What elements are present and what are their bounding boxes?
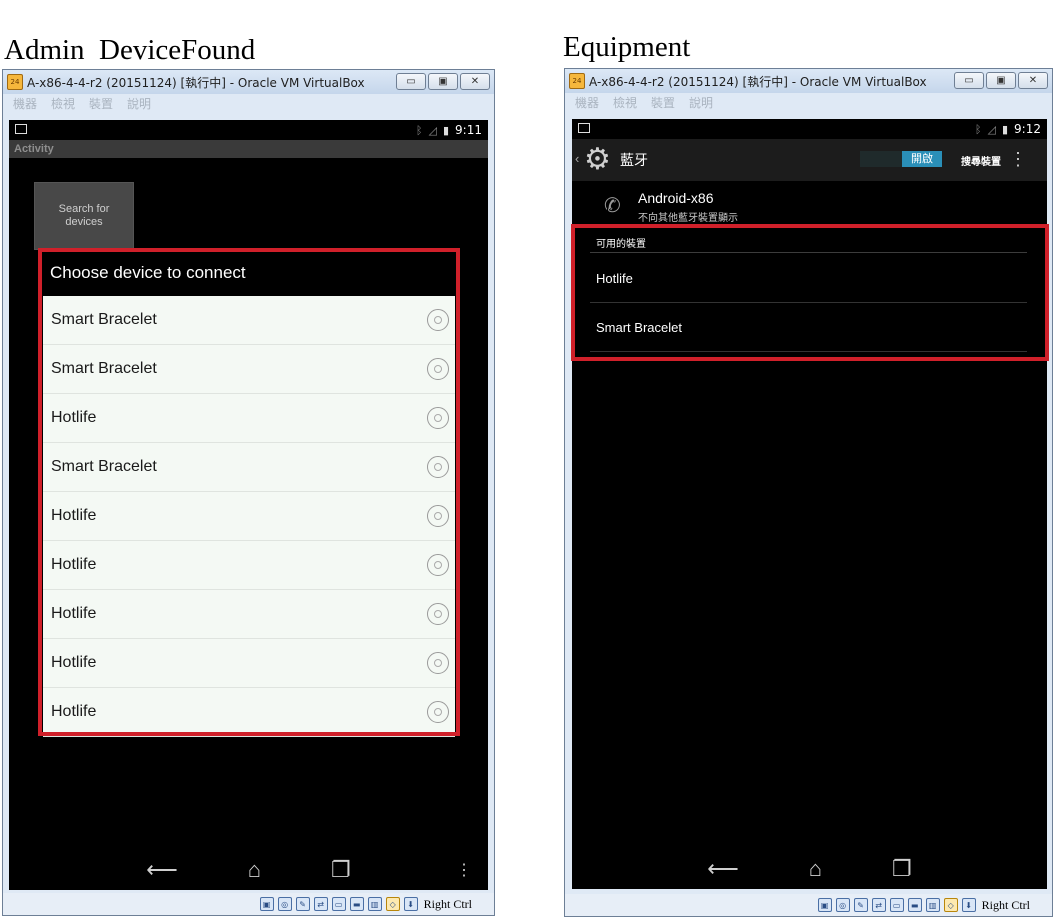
menu-icon[interactable]: ⋮ bbox=[456, 860, 472, 880]
highlight-box-right bbox=[571, 224, 1049, 361]
window-title: A-x86-4-4-r2 (20151124) [執行中] - Oracle V… bbox=[27, 75, 365, 90]
bluetooth-icon: ᛒ bbox=[974, 122, 982, 136]
bluetooth-toggle[interactable]: 開啟 bbox=[860, 151, 942, 167]
vm-status-bar: ▣ ◎ ✎ ⇄ ▭ ▬ ▥ ◇ ⬇ Right Ctrl bbox=[565, 894, 1052, 916]
close-icon: ✕ bbox=[1028, 75, 1038, 86]
close-icon: ✕ bbox=[470, 76, 480, 87]
window-titlebar[interactable]: 24 A-x86-4-4-r2 (20151124) [執行中] - Oracl… bbox=[3, 70, 494, 94]
back-icon[interactable]: ⟵ bbox=[707, 856, 739, 882]
usb-icon[interactable]: ✎ bbox=[853, 898, 868, 912]
minimize-button[interactable]: ▭ bbox=[396, 73, 426, 90]
device-visibility-text: 不向其他藍牙裝置顯示 bbox=[638, 213, 738, 224]
recents-icon[interactable]: ❐ bbox=[892, 856, 912, 882]
menu-view[interactable]: 檢視 bbox=[51, 95, 75, 112]
phone-icon: ✆ bbox=[604, 195, 621, 217]
page-title: 藍牙 bbox=[620, 152, 648, 168]
back-icon[interactable]: ⟵ bbox=[146, 857, 178, 883]
overflow-menu-icon[interactable]: ⋮ bbox=[1009, 149, 1027, 169]
minimize-button[interactable]: ▭ bbox=[954, 72, 984, 89]
search-devices-button[interactable]: 搜尋裝置 bbox=[961, 153, 1001, 168]
shared-folder-icon[interactable]: ▭ bbox=[889, 898, 904, 912]
signal-icon: ◿ bbox=[987, 122, 996, 136]
virtualbox-app-icon: 24 bbox=[7, 74, 23, 90]
status-bar: ᛒ ◿ ▮ 9:12 bbox=[572, 119, 1047, 139]
video-capture-icon[interactable]: ▬ bbox=[349, 897, 364, 911]
vm-status-bar: ▣ ◎ ✎ ⇄ ▭ ▬ ▥ ◇ ⬇ Right Ctrl bbox=[3, 893, 494, 915]
caption-equipment: Equipment bbox=[563, 31, 691, 63]
clock: 9:11 bbox=[455, 123, 482, 137]
menu-view[interactable]: 檢視 bbox=[613, 94, 637, 111]
up-navigation-icon[interactable]: ‹ bbox=[575, 151, 579, 166]
optical-drive-icon[interactable]: ◎ bbox=[277, 897, 292, 911]
menu-devices[interactable]: 裝置 bbox=[89, 95, 113, 112]
menu-machine[interactable]: 機器 bbox=[13, 95, 37, 112]
maximize-icon: ▣ bbox=[996, 75, 1006, 86]
close-button[interactable]: ✕ bbox=[1018, 72, 1048, 89]
bluetooth-action-bar: ‹ ⚙ 藍牙 開啟 搜尋裝置 ⋮ bbox=[572, 139, 1047, 181]
status-bar: ᛒ ◿ ▮ 9:11 bbox=[9, 120, 488, 140]
usb-icon[interactable]: ✎ bbox=[295, 897, 310, 911]
window-title: A-x86-4-4-r2 (20151124) [執行中] - Oracle V… bbox=[589, 74, 927, 89]
search-devices-button[interactable]: Search for devices bbox=[34, 182, 134, 250]
cpu-icon[interactable]: ▥ bbox=[367, 897, 382, 911]
android-nav-bar: ⟵ ⌂ ❐ bbox=[572, 849, 1047, 889]
maximize-button[interactable]: ▣ bbox=[986, 72, 1016, 89]
host-key-label: Right Ctrl bbox=[981, 897, 1030, 912]
android-nav-bar: ⟵ ⌂ ❐ ⋮ bbox=[9, 850, 488, 890]
maximize-icon: ▣ bbox=[438, 76, 448, 87]
maximize-button[interactable]: ▣ bbox=[428, 73, 458, 90]
clock: 9:12 bbox=[1014, 122, 1041, 136]
virtualbox-window-right: 24 A-x86-4-4-r2 (20151124) [執行中] - Oracl… bbox=[564, 68, 1053, 917]
screenshot-notification-icon bbox=[578, 123, 590, 133]
shared-folder-icon[interactable]: ▭ bbox=[331, 897, 346, 911]
hard-disk-icon[interactable]: ▣ bbox=[817, 898, 832, 912]
host-key-label: Right Ctrl bbox=[423, 896, 472, 911]
home-icon[interactable]: ⌂ bbox=[248, 857, 261, 883]
signal-icon: ◿ bbox=[428, 123, 437, 137]
battery-icon: ▮ bbox=[442, 123, 450, 137]
menu-bar: 機器 檢視 裝置 說明 bbox=[565, 93, 1052, 111]
toggle-on-label: 開啟 bbox=[902, 151, 942, 167]
minimize-icon: ▭ bbox=[964, 75, 974, 86]
keyboard-capture-icon[interactable]: ⬇ bbox=[961, 898, 976, 912]
screenshot-notification-icon bbox=[15, 124, 27, 134]
home-icon[interactable]: ⌂ bbox=[809, 856, 822, 882]
battery-icon: ▮ bbox=[1001, 122, 1009, 136]
highlight-box-left bbox=[38, 248, 460, 736]
menu-bar: 機器 檢視 裝置 說明 bbox=[3, 94, 494, 112]
settings-gear-icon[interactable]: ⚙ bbox=[584, 143, 611, 177]
cpu-icon[interactable]: ▥ bbox=[925, 898, 940, 912]
menu-devices[interactable]: 裝置 bbox=[651, 94, 675, 111]
network-icon[interactable]: ⇄ bbox=[313, 897, 328, 911]
close-button[interactable]: ✕ bbox=[460, 73, 490, 90]
mouse-integration-icon[interactable]: ◇ bbox=[385, 897, 400, 911]
bluetooth-icon: ᛒ bbox=[415, 123, 423, 137]
minimize-icon: ▭ bbox=[406, 76, 416, 87]
window-titlebar[interactable]: 24 A-x86-4-4-r2 (20151124) [執行中] - Oracl… bbox=[565, 69, 1052, 93]
recents-icon[interactable]: ❐ bbox=[331, 857, 351, 883]
menu-help[interactable]: 說明 bbox=[689, 94, 713, 111]
network-icon[interactable]: ⇄ bbox=[871, 898, 886, 912]
action-bar-title: Activity bbox=[9, 140, 488, 158]
mouse-integration-icon[interactable]: ◇ bbox=[943, 898, 958, 912]
video-capture-icon[interactable]: ▬ bbox=[907, 898, 922, 912]
virtualbox-app-icon: 24 bbox=[569, 73, 585, 89]
menu-help[interactable]: 說明 bbox=[127, 95, 151, 112]
device-name[interactable]: Android-x86 bbox=[638, 190, 714, 206]
hard-disk-icon[interactable]: ▣ bbox=[259, 897, 274, 911]
menu-machine[interactable]: 機器 bbox=[575, 94, 599, 111]
optical-drive-icon[interactable]: ◎ bbox=[835, 898, 850, 912]
caption-admin-device-found: Admin DeviceFound bbox=[4, 34, 256, 66]
keyboard-capture-icon[interactable]: ⬇ bbox=[403, 897, 418, 911]
